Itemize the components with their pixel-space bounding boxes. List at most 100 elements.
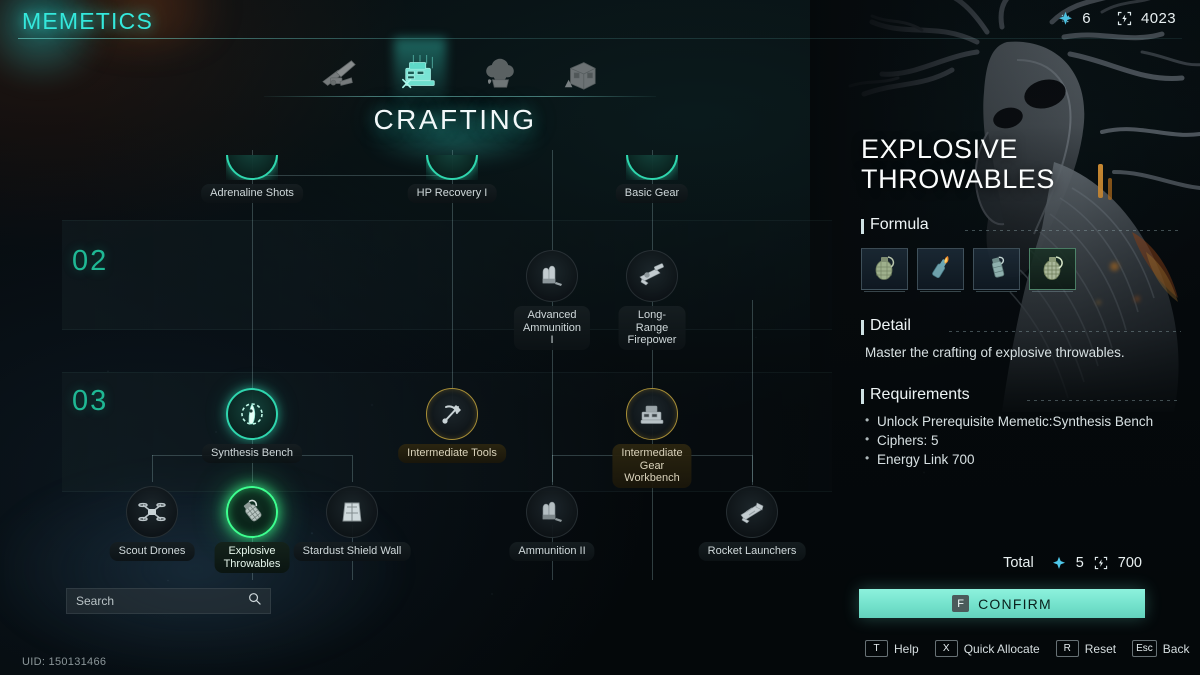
requirement-item: Ciphers: 5 (865, 430, 1175, 450)
workbench-icon (398, 55, 442, 98)
key-hints-bar: T Help X Quick Allocate R Reset Esc Back (865, 640, 1189, 657)
total-label: Total (1003, 555, 1034, 571)
requirements-list: Unlock Prerequisite Memetic:Synthesis Be… (865, 411, 1175, 469)
connector (252, 175, 452, 176)
molotov-icon (927, 252, 955, 287)
tech-tree: 02 03 Adrenaline Shots HP Recovery I Bas… (0, 110, 845, 580)
sniper-icon (626, 250, 678, 302)
formula-slots (861, 248, 1076, 292)
frag-grenade-icon (871, 252, 899, 287)
weapon-icon (319, 57, 361, 98)
workbench2-icon (626, 388, 678, 440)
node-hp-recovery-i[interactable]: HP Recovery I (407, 128, 497, 203)
node-intermediate-tools[interactable]: Intermediate Tools (398, 388, 506, 463)
tier-label-02: 02 (72, 245, 109, 277)
category-tabs (300, 46, 620, 98)
drone-icon (126, 486, 178, 538)
node-explosive-throwables[interactable]: Explosive Throwables (214, 486, 290, 573)
confirm-button[interactable]: F CONFIRM (859, 589, 1145, 618)
grenade-icon (226, 486, 278, 538)
node-ring (426, 155, 478, 180)
connector (352, 455, 353, 482)
hint-reset[interactable]: R Reset (1055, 640, 1116, 657)
confirm-key-badge: F (952, 595, 970, 612)
key-badge: Esc (1132, 640, 1157, 657)
connector (152, 455, 153, 482)
node-ammunition-ii[interactable]: Ammunition II (509, 486, 595, 561)
uid-text: UID: 150131466 (22, 656, 107, 668)
connector (552, 150, 553, 250)
node-rocket-launchers[interactable]: Rocket Launchers (698, 486, 806, 561)
requirements-heading: Requirements (861, 386, 970, 404)
node-intermediate-gear-workbench[interactable]: Intermediate Gear Workbench (612, 388, 692, 488)
connector (252, 175, 253, 405)
search-placeholder: Search (76, 594, 115, 608)
node-basic-gear[interactable]: Basic Gear (615, 128, 689, 203)
tab-crafting[interactable] (380, 46, 460, 98)
node-label: Rocket Launchers (698, 542, 806, 561)
search-icon[interactable] (248, 592, 261, 610)
requirements-rule (1027, 400, 1181, 401)
connector (552, 455, 553, 482)
tab-plants[interactable] (460, 46, 540, 98)
cipher-icon (1052, 556, 1065, 569)
key-badge: X (934, 640, 958, 657)
tier-band-02 (62, 220, 832, 330)
node-label: HP Recovery I (407, 184, 497, 203)
hint-label: Quick Allocate (963, 641, 1040, 656)
connector (752, 455, 753, 482)
formula-slot-smoke-grenade[interactable] (973, 248, 1020, 292)
synthesis-icon (226, 388, 278, 440)
memetic-title: EXPLOSIVE THROWABLES (861, 134, 1056, 194)
node-advanced-ammunition-i[interactable]: Advanced Ammunition I (513, 250, 591, 350)
pineapple-grenade-icon (1039, 252, 1067, 287)
confirm-label: CONFIRM (978, 595, 1052, 612)
detail-heading: Detail (861, 317, 911, 335)
search-input[interactable]: Search (66, 588, 271, 614)
node-label: Scout Drones (109, 542, 195, 561)
requirement-item: Energy Link 700 (865, 449, 1175, 469)
hint-label: Back (1162, 641, 1190, 656)
node-ring (226, 155, 278, 180)
shield-icon (326, 486, 378, 538)
plant-icon (479, 55, 521, 98)
node-label: Advanced Ammunition I (513, 306, 591, 350)
detail-panel: EXPLOSIVE THROWABLES Formula Detail Mast… (845, 0, 1200, 675)
node-adrenaline-shots[interactable]: Adrenaline Shots (201, 128, 303, 203)
hint-label: Help (894, 641, 919, 656)
hint-quick-allocate[interactable]: X Quick Allocate (934, 640, 1040, 657)
tab-building[interactable] (540, 46, 620, 98)
energy-link-icon (1094, 556, 1107, 570)
detail-text: Master the crafting of explosive throwab… (865, 345, 1125, 360)
node-long-range-firepower[interactable]: Long-Range Firepower (618, 250, 686, 350)
total-row: Total 5 700 (1003, 555, 1142, 571)
node-stardust-shield-wall[interactable]: Stardust Shield Wall (293, 486, 411, 561)
app-logo: MEMETICS (22, 8, 153, 34)
formula-slot-pineapple-grenade[interactable] (1029, 248, 1076, 292)
bullets-icon (526, 250, 578, 302)
hint-back[interactable]: Esc Back (1132, 640, 1189, 657)
node-label: Synthesis Bench (202, 444, 302, 463)
formula-rule (965, 230, 1181, 231)
connector (452, 175, 453, 405)
tab-weapons[interactable] (300, 46, 380, 98)
formula-slot-molotov[interactable] (917, 248, 964, 292)
formula-heading: Formula (861, 216, 929, 234)
node-scout-drones[interactable]: Scout Drones (109, 486, 195, 561)
node-label: Stardust Shield Wall (293, 542, 411, 561)
rocket-icon (726, 486, 778, 538)
node-label: Explosive Throwables (214, 542, 290, 573)
bullets-icon (526, 486, 578, 538)
smoke-grenade-icon (983, 252, 1011, 287)
node-label: Intermediate Gear Workbench (612, 444, 692, 488)
key-badge: T (865, 640, 888, 657)
node-label: Adrenaline Shots (201, 184, 303, 203)
tier-label-03: 03 (72, 385, 109, 417)
node-synthesis-bench[interactable]: Synthesis Bench (202, 388, 302, 463)
formula-slot-frag-grenade[interactable] (861, 248, 908, 292)
hint-help[interactable]: T Help (865, 640, 919, 657)
memetics-screen: MEMETICS 6 4023 CRAFTING 02 03 Adrenalin… (0, 0, 1200, 675)
total-ciphers: 5 (1075, 555, 1084, 571)
tools-icon (426, 388, 478, 440)
node-label: Intermediate Tools (398, 444, 506, 463)
